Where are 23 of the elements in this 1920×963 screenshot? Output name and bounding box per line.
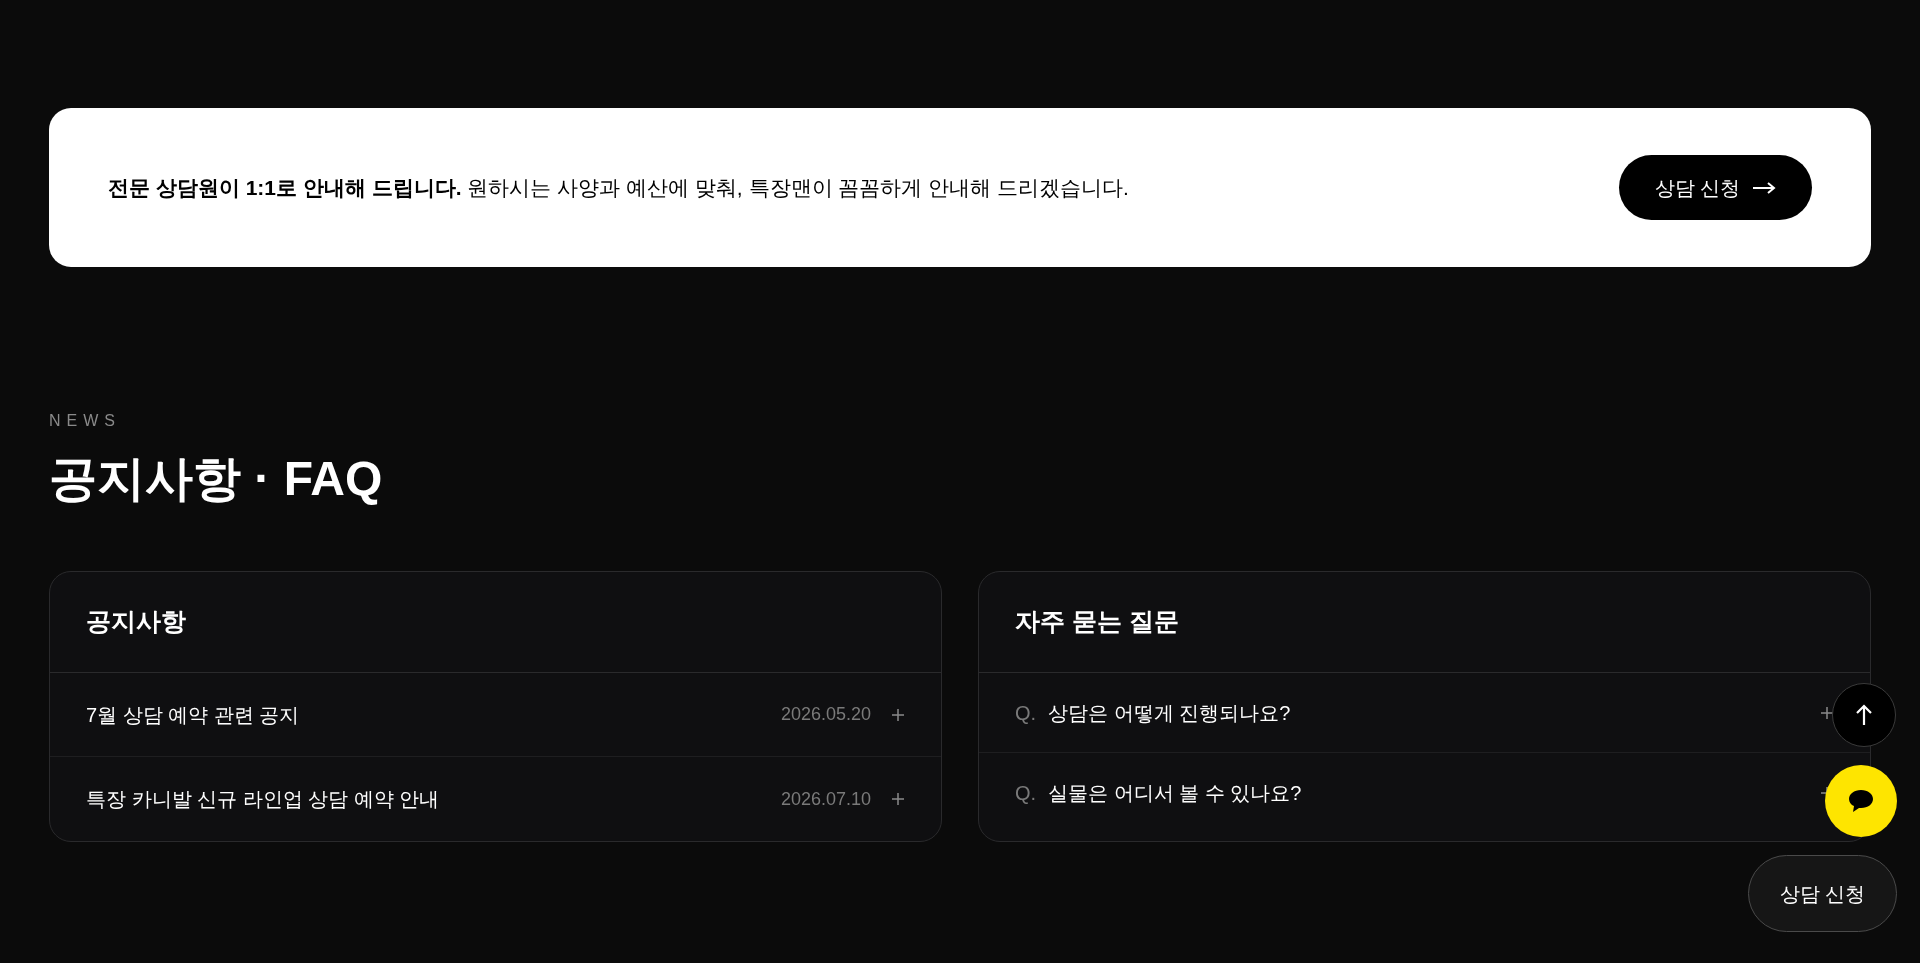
notice-title: 특장 카니발 신규 라인업 상담 예약 안내 [86, 787, 441, 812]
faq-question: 실물은 어디서 볼 수 있나요? [1048, 781, 1303, 806]
banner-text: 전문 상담원이 1:1로 안내해 드립니다. 원하시는 사양과 예산에 맞춰, 특장맨이 꼼꼼하게 안내해 드리겠습니다. [108, 174, 1129, 201]
chat-bubble-icon [1847, 788, 1875, 814]
question-prefix: Q. [1015, 700, 1037, 726]
plus-icon [1820, 705, 1834, 720]
section-title: 공지사항 · FAQ [49, 451, 384, 507]
notice-date: 2026.07.10 [780, 787, 871, 811]
notice-title: 7월 상담 예약 관련 공지 [86, 702, 301, 728]
floating-consult-button[interactable]: 상담 신청 [1748, 855, 1897, 932]
notice-row[interactable]: 7월 상담 예약 관련 공지 2026.05.20 [50, 673, 941, 757]
card-title: 공지사항 [86, 606, 186, 638]
section-eyebrow: NEWS [49, 411, 122, 431]
faq-question: 상담은 어떻게 진행되나요? [1048, 700, 1292, 726]
arrow-right-icon [1752, 180, 1777, 195]
consult-button[interactable]: 상담 신청 [1619, 155, 1812, 220]
arrow-up-icon [1854, 704, 1874, 726]
plus-icon [891, 707, 905, 722]
notice-row[interactable]: 특장 카니발 신규 라인업 상담 예약 안내 2026.07.10 [50, 757, 941, 841]
question-prefix: Q. [1015, 781, 1037, 806]
plus-icon [891, 792, 905, 806]
notice-date: 2026.05.20 [780, 703, 871, 726]
card-title: 자주 묻는 질문 [1015, 606, 1179, 638]
